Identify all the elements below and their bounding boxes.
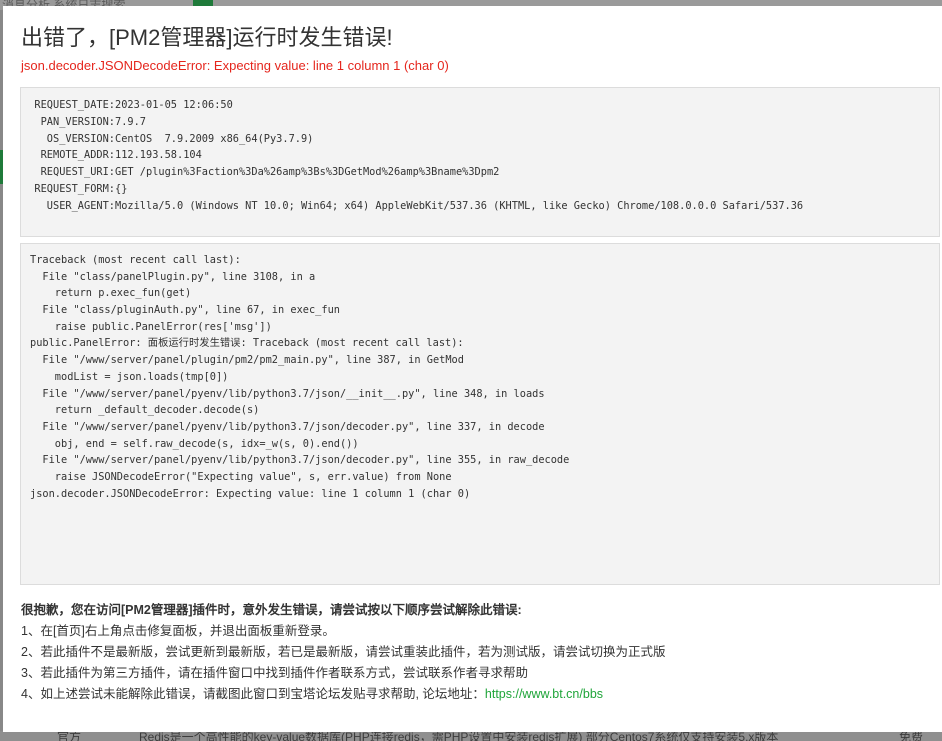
traceback-line: json.decoder.JSONDecodeError: Expecting … (30, 487, 471, 500)
error-dialog: 出错了，[PM2管理器]运行时发生错误! json.decoder.JSONDe… (3, 6, 942, 732)
request-info-value: 2023-01-05 12:06:50 (115, 99, 233, 111)
request-info-row: REQUEST_DATE: 2023-01-05 12:06:50 (30, 97, 939, 114)
request-info-key: PAN_VERSION: (40, 115, 115, 128)
traceback-line: File "/www/server/panel/pyenv/lib/python… (30, 454, 570, 467)
traceback-line: raise public.PanelError(res['msg']) (30, 320, 272, 333)
request-info-value: Mozilla/5.0 (Windows NT 10.0; Win64; x64… (115, 199, 804, 212)
traceback-line: public.PanelError: 面板运行时发生错误: Traceback … (30, 337, 464, 350)
request-info-row: REQUEST_FORM: {} (30, 181, 939, 198)
help-step-forum: 4、如上述尝试未能解除此错误，请截图此窗口到宝塔论坛发贴寻求帮助, 论坛地址：h… (21, 684, 665, 705)
forum-link[interactable]: https://www.bt.cn/bbs (485, 687, 603, 701)
request-info-key: REMOTE_ADDR: (40, 149, 115, 162)
traceback-line: File "class/panelPlugin.py", line 3108, … (30, 270, 316, 283)
traceback-line: obj, end = self.raw_decode(s, idx=_w(s, … (30, 437, 359, 450)
help-heading: 很抱歉，您在访问[PM2管理器]插件时，意外发生错误，请尝试按以下顺序尝试解除此… (21, 603, 522, 617)
traceback-line: raise JSONDecodeError("Expecting value",… (30, 470, 452, 483)
request-info-row: REQUEST_URI: GET /plugin%3Faction%3Da%26… (30, 164, 939, 181)
request-info-key: REQUEST_FORM: (34, 182, 115, 195)
background-bottom-price: 免费 (899, 731, 924, 741)
request-info-box: REQUEST_DATE: 2023-01-05 12:06:50 PAN_VE… (20, 87, 940, 237)
request-info-value: GET /plugin%3Faction%3Da%26amp%3Bs%3DGet… (115, 166, 500, 179)
request-info-key: REQUEST_URI: (40, 166, 115, 179)
background-bottom-source: 官方 (57, 731, 82, 741)
traceback-box: Traceback (most recent call last): File … (20, 243, 940, 585)
request-info-value: 112.193.58.104 (115, 149, 202, 162)
help-step-text: 4、如上述尝试未能解除此错误，请截图此窗口到宝塔论坛发贴寻求帮助, 论坛地址： (21, 687, 485, 701)
traceback-line: modList = json.loads(tmp[0]) (30, 370, 229, 383)
request-info-row: USER_AGENT: Mozilla/5.0 (Windows NT 10.0… (30, 198, 939, 215)
traceback-line: File "/www/server/panel/pyenv/lib/python… (30, 387, 545, 400)
traceback-line: return p.exec_fun(get) (30, 287, 192, 300)
traceback-line: File "/www/server/panel/pyenv/lib/python… (30, 420, 545, 433)
traceback-line: return _default_decoder.decode(s) (30, 404, 260, 417)
background-bottom-row: 官方 Redis是一个高性能的key-value数据库(PHP连接redis，需… (0, 731, 942, 741)
request-info-key: REQUEST_DATE: (34, 99, 115, 111)
help-step: 1、在[首页]右上角点击修复面板，并退出面板重新登录。 (21, 624, 335, 638)
help-step: 2、若此插件不是最新版，尝试更新到最新版，若已是最新版，请尝试重装此插件，若为测… (21, 645, 666, 659)
request-info-key: USER_AGENT: (46, 199, 115, 212)
dialog-title: 出错了，[PM2管理器]运行时发生错误! (21, 25, 393, 50)
traceback-line: Traceback (most recent call last): (30, 254, 241, 266)
request-info-value: 7.9.7 (115, 115, 146, 128)
help-step: 3、若此插件为第三方插件，请在插件窗口中找到插件作者联系方式，尝试联系作者寻求帮… (21, 666, 528, 680)
request-info-value: CentOS 7.9.2009 x86_64(Py3.7.9) (115, 132, 314, 145)
background-bottom-description: Redis是一个高性能的key-value数据库(PHP连接redis，需PHP… (139, 731, 779, 741)
request-info-row: REMOTE_ADDR: 112.193.58.104 (30, 147, 939, 164)
traceback-line: File "class/pluginAuth.py", line 67, in … (30, 304, 340, 317)
request-info-row: PAN_VERSION: 7.9.7 (30, 114, 939, 131)
traceback-line: File "/www/server/panel/plugin/pm2/pm2_m… (30, 354, 464, 367)
request-info-row: OS_VERSION: CentOS 7.9.2009 x86_64(Py3.7… (30, 131, 939, 148)
help-section: 很抱歉，您在访问[PM2管理器]插件时，意外发生错误，请尝试按以下顺序尝试解除此… (21, 600, 665, 705)
request-info-value: {} (115, 182, 128, 195)
error-message: json.decoder.JSONDecodeError: Expecting … (21, 58, 449, 73)
request-info-key: OS_VERSION: (46, 132, 115, 145)
